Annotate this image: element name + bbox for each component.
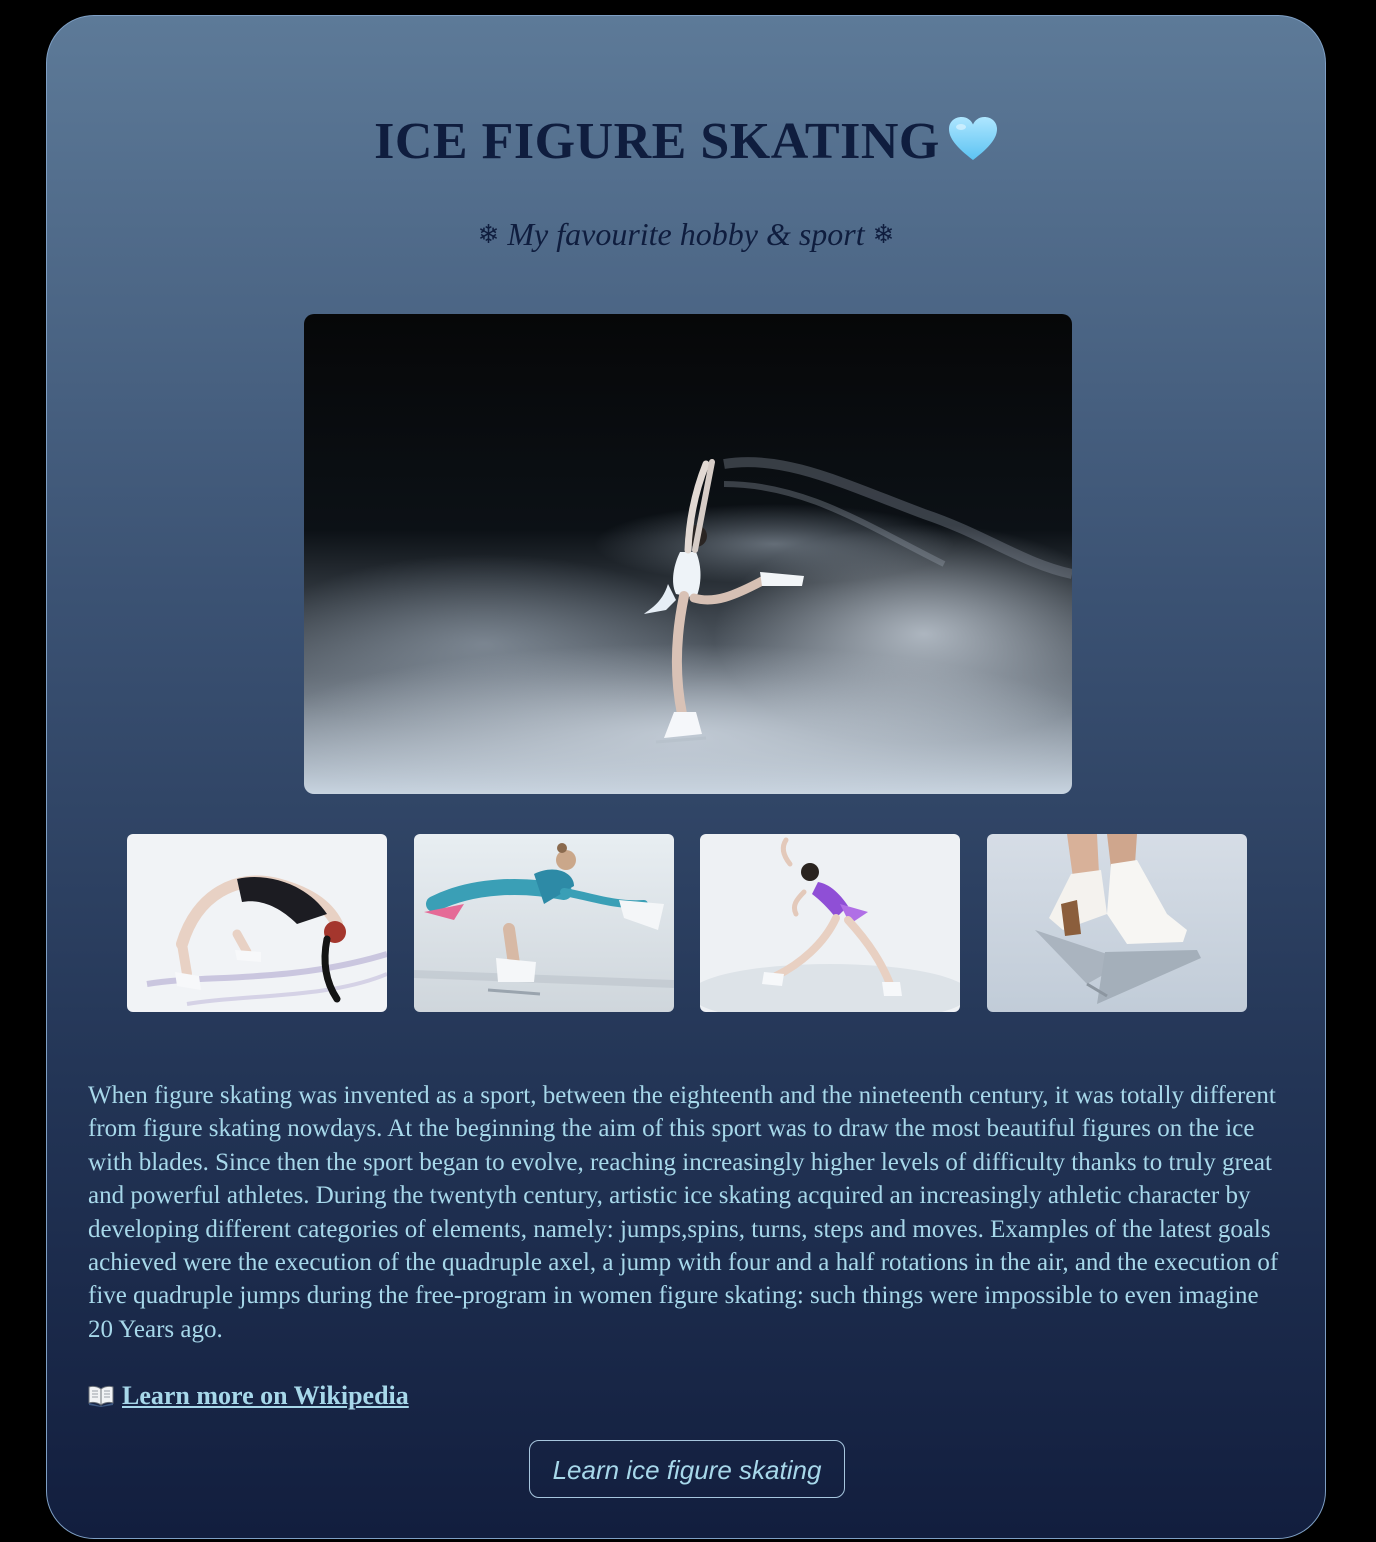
open-book-icon — [88, 1385, 114, 1407]
learn-skating-button[interactable]: Learn ice figure skating — [529, 1440, 845, 1498]
page-title: ICE FIGURE SKATING — [47, 110, 1325, 174]
thumbnail-image — [414, 834, 674, 1012]
wikipedia-link-row: Learn more on Wikipedia — [88, 1378, 409, 1414]
page-title-text: ICE FIGURE SKATING — [374, 113, 940, 170]
page-subtitle-text: My favourite hobby & sport — [507, 216, 865, 252]
history-paragraph: When figure skating was invented as a sp… — [88, 1082, 1279, 1343]
thumbnail-image — [127, 834, 387, 1012]
light-blue-heart-icon — [948, 116, 998, 162]
wikipedia-link[interactable]: Learn more on Wikipedia — [122, 1381, 409, 1410]
hero-image — [304, 314, 1072, 794]
snowflake-icon: ❄ — [872, 220, 895, 249]
snowflake-icon: ❄ — [477, 220, 500, 249]
content-card: ICE FIGURE SKATING ❄ My favourite hobby … — [46, 15, 1326, 1539]
thumbnail-image — [987, 834, 1247, 1012]
thumbnail-image — [700, 834, 960, 1012]
page-subtitle: ❄ My favourite hobby & sport ❄ — [47, 212, 1325, 257]
